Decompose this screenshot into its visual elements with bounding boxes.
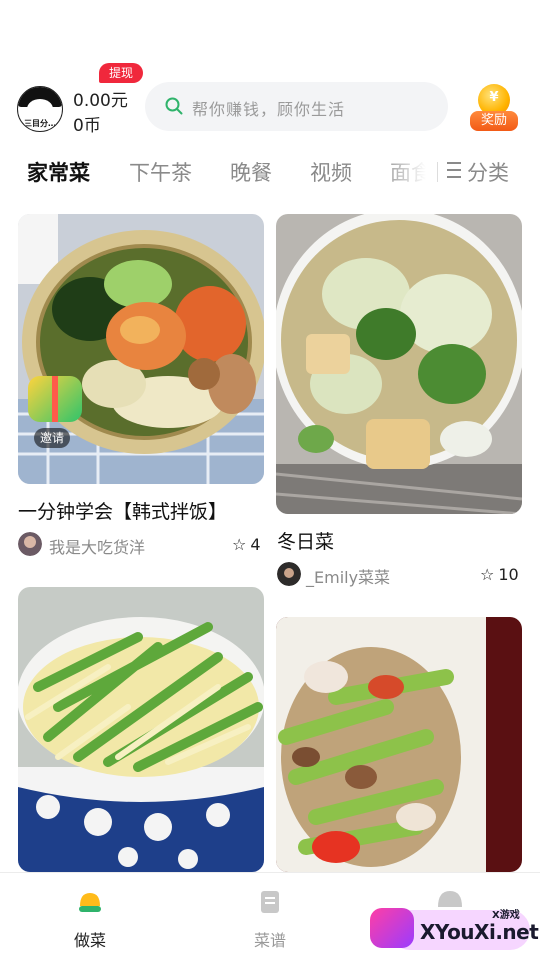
- recipe-author[interactable]: 我是大吃货洋: [49, 534, 145, 558]
- avatar-face: [27, 99, 53, 119]
- avatar-tag: 三目分…: [24, 119, 56, 128]
- balance-coins[interactable]: 0币: [73, 111, 101, 136]
- categories-label: 分类: [467, 161, 509, 185]
- author-avatar[interactable]: [18, 532, 42, 556]
- categories-button[interactable]: 分类: [447, 157, 509, 187]
- star-icon: ☆: [480, 565, 495, 584]
- watermark-small-text: X游戏: [492, 910, 520, 921]
- favorite-count[interactable]: ☆ 10: [480, 565, 519, 584]
- tab-xiawucha[interactable]: 下午茶: [129, 157, 192, 187]
- search-icon: [165, 97, 183, 115]
- favorite-count-value: 4: [250, 535, 261, 554]
- recipe-image-dongricai[interactable]: [276, 214, 522, 514]
- star-icon: ☆: [232, 535, 247, 554]
- reward-label: 奖励: [470, 111, 518, 131]
- tab-jiachangcai[interactable]: 家常菜: [27, 157, 90, 187]
- nav-recipes[interactable]: 菜谱: [210, 873, 330, 960]
- invite-label: 邀请: [34, 428, 71, 448]
- recipe-author[interactable]: _Emily菜菜: [306, 564, 390, 588]
- search-placeholder: 帮你赚钱，顾你生活: [192, 100, 346, 119]
- recipe-title[interactable]: 冬日菜: [277, 527, 334, 554]
- invite-button[interactable]: 邀请: [24, 376, 88, 450]
- watermark-brand: XYouXi.net: [420, 920, 539, 944]
- cooking-pot-icon: [79, 893, 101, 912]
- favorite-count-value: 10: [498, 565, 519, 584]
- gamepad-logo-icon: [370, 908, 414, 948]
- user-avatar[interactable]: 三目分…: [17, 86, 63, 132]
- app-screen: 三目分… 提现 0.00元 0币 帮你赚钱，顾你生活 ¥ 奖励 家常菜 下午茶 …: [0, 0, 540, 960]
- balance-money[interactable]: 0.00元: [73, 86, 128, 111]
- withdraw-badge[interactable]: 提现: [99, 63, 144, 83]
- nav-cook-label: 做菜: [73, 931, 106, 950]
- tab-divider: [437, 162, 438, 182]
- tab-shipin[interactable]: 视频: [310, 157, 352, 187]
- recipe-title[interactable]: 一分钟学会【韩式拌饭】: [18, 497, 227, 524]
- search-bar[interactable]: 帮你赚钱，顾你生活: [145, 82, 448, 131]
- nav-cook[interactable]: 做菜: [30, 873, 150, 960]
- menu-icon: [447, 162, 461, 178]
- reward-button[interactable]: ¥ 奖励: [470, 84, 518, 134]
- tab-wancan[interactable]: 晚餐: [230, 157, 272, 187]
- tab-fade: [378, 150, 438, 190]
- gift-icon: [28, 376, 82, 422]
- author-avatar[interactable]: [277, 562, 301, 586]
- watermark: X游戏 XYouXi.net: [370, 900, 539, 955]
- recipe-image-potato-shreds[interactable]: [18, 587, 264, 872]
- favorite-count[interactable]: ☆ 4: [232, 535, 261, 554]
- nav-recipes-label: 菜谱: [253, 931, 286, 950]
- recipe-book-icon: [261, 891, 279, 913]
- recipe-image-stir-fry[interactable]: [276, 617, 522, 872]
